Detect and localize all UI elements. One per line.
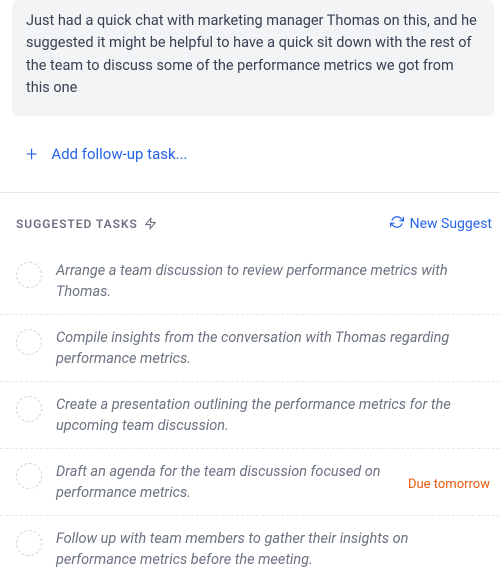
- note-box: Just had a quick chat with marketing man…: [12, 0, 494, 116]
- suggested-task-list: Arrange a team discussion to review perf…: [0, 248, 500, 582]
- task-due-label: Due tomorrow: [408, 471, 490, 492]
- task-checkbox[interactable]: [16, 463, 42, 489]
- suggested-task-item[interactable]: Arrange a team discussion to review perf…: [0, 248, 500, 315]
- add-followup-label: Add follow-up task...: [51, 145, 187, 163]
- suggested-task-item[interactable]: Draft an agenda for the team discussion …: [0, 449, 500, 516]
- suggested-task-item[interactable]: Create a presentation outlining the perf…: [0, 382, 500, 449]
- task-text: Create a presentation outlining the perf…: [56, 394, 490, 436]
- task-text: Compile insights from the conversation w…: [56, 327, 490, 369]
- task-text: Draft an agenda for the team discussion …: [56, 461, 400, 503]
- suggested-title-wrap: SUGGESTED TASKS: [16, 215, 157, 234]
- task-body: Follow up with team members to gather th…: [56, 528, 490, 570]
- task-checkbox[interactable]: [16, 530, 42, 556]
- task-body: Compile insights from the conversation w…: [56, 327, 490, 369]
- task-body: Draft an agenda for the team discussion …: [56, 461, 490, 503]
- task-checkbox[interactable]: [16, 329, 42, 355]
- plus-icon: +: [26, 144, 37, 164]
- task-body: Arrange a team discussion to review perf…: [56, 260, 490, 302]
- task-checkbox[interactable]: [16, 396, 42, 422]
- suggested-task-item[interactable]: Follow up with team members to gather th…: [0, 516, 500, 582]
- suggested-task-item[interactable]: Compile insights from the conversation w…: [0, 315, 500, 382]
- task-body: Create a presentation outlining the perf…: [56, 394, 490, 436]
- new-suggest-button[interactable]: New Suggest: [390, 215, 492, 233]
- add-followup-button[interactable]: + Add follow-up task...: [0, 116, 500, 192]
- sparkle-icon: [144, 215, 157, 234]
- note-text: Just had a quick chat with marketing man…: [26, 12, 477, 96]
- new-suggest-label: New Suggest: [410, 216, 492, 232]
- suggested-title: SUGGESTED TASKS: [16, 217, 138, 231]
- task-text: Follow up with team members to gather th…: [56, 528, 490, 570]
- task-text: Arrange a team discussion to review perf…: [56, 260, 490, 302]
- suggested-header: SUGGESTED TASKS New Suggest: [0, 193, 500, 248]
- task-checkbox[interactable]: [16, 262, 42, 288]
- refresh-icon: [390, 215, 404, 233]
